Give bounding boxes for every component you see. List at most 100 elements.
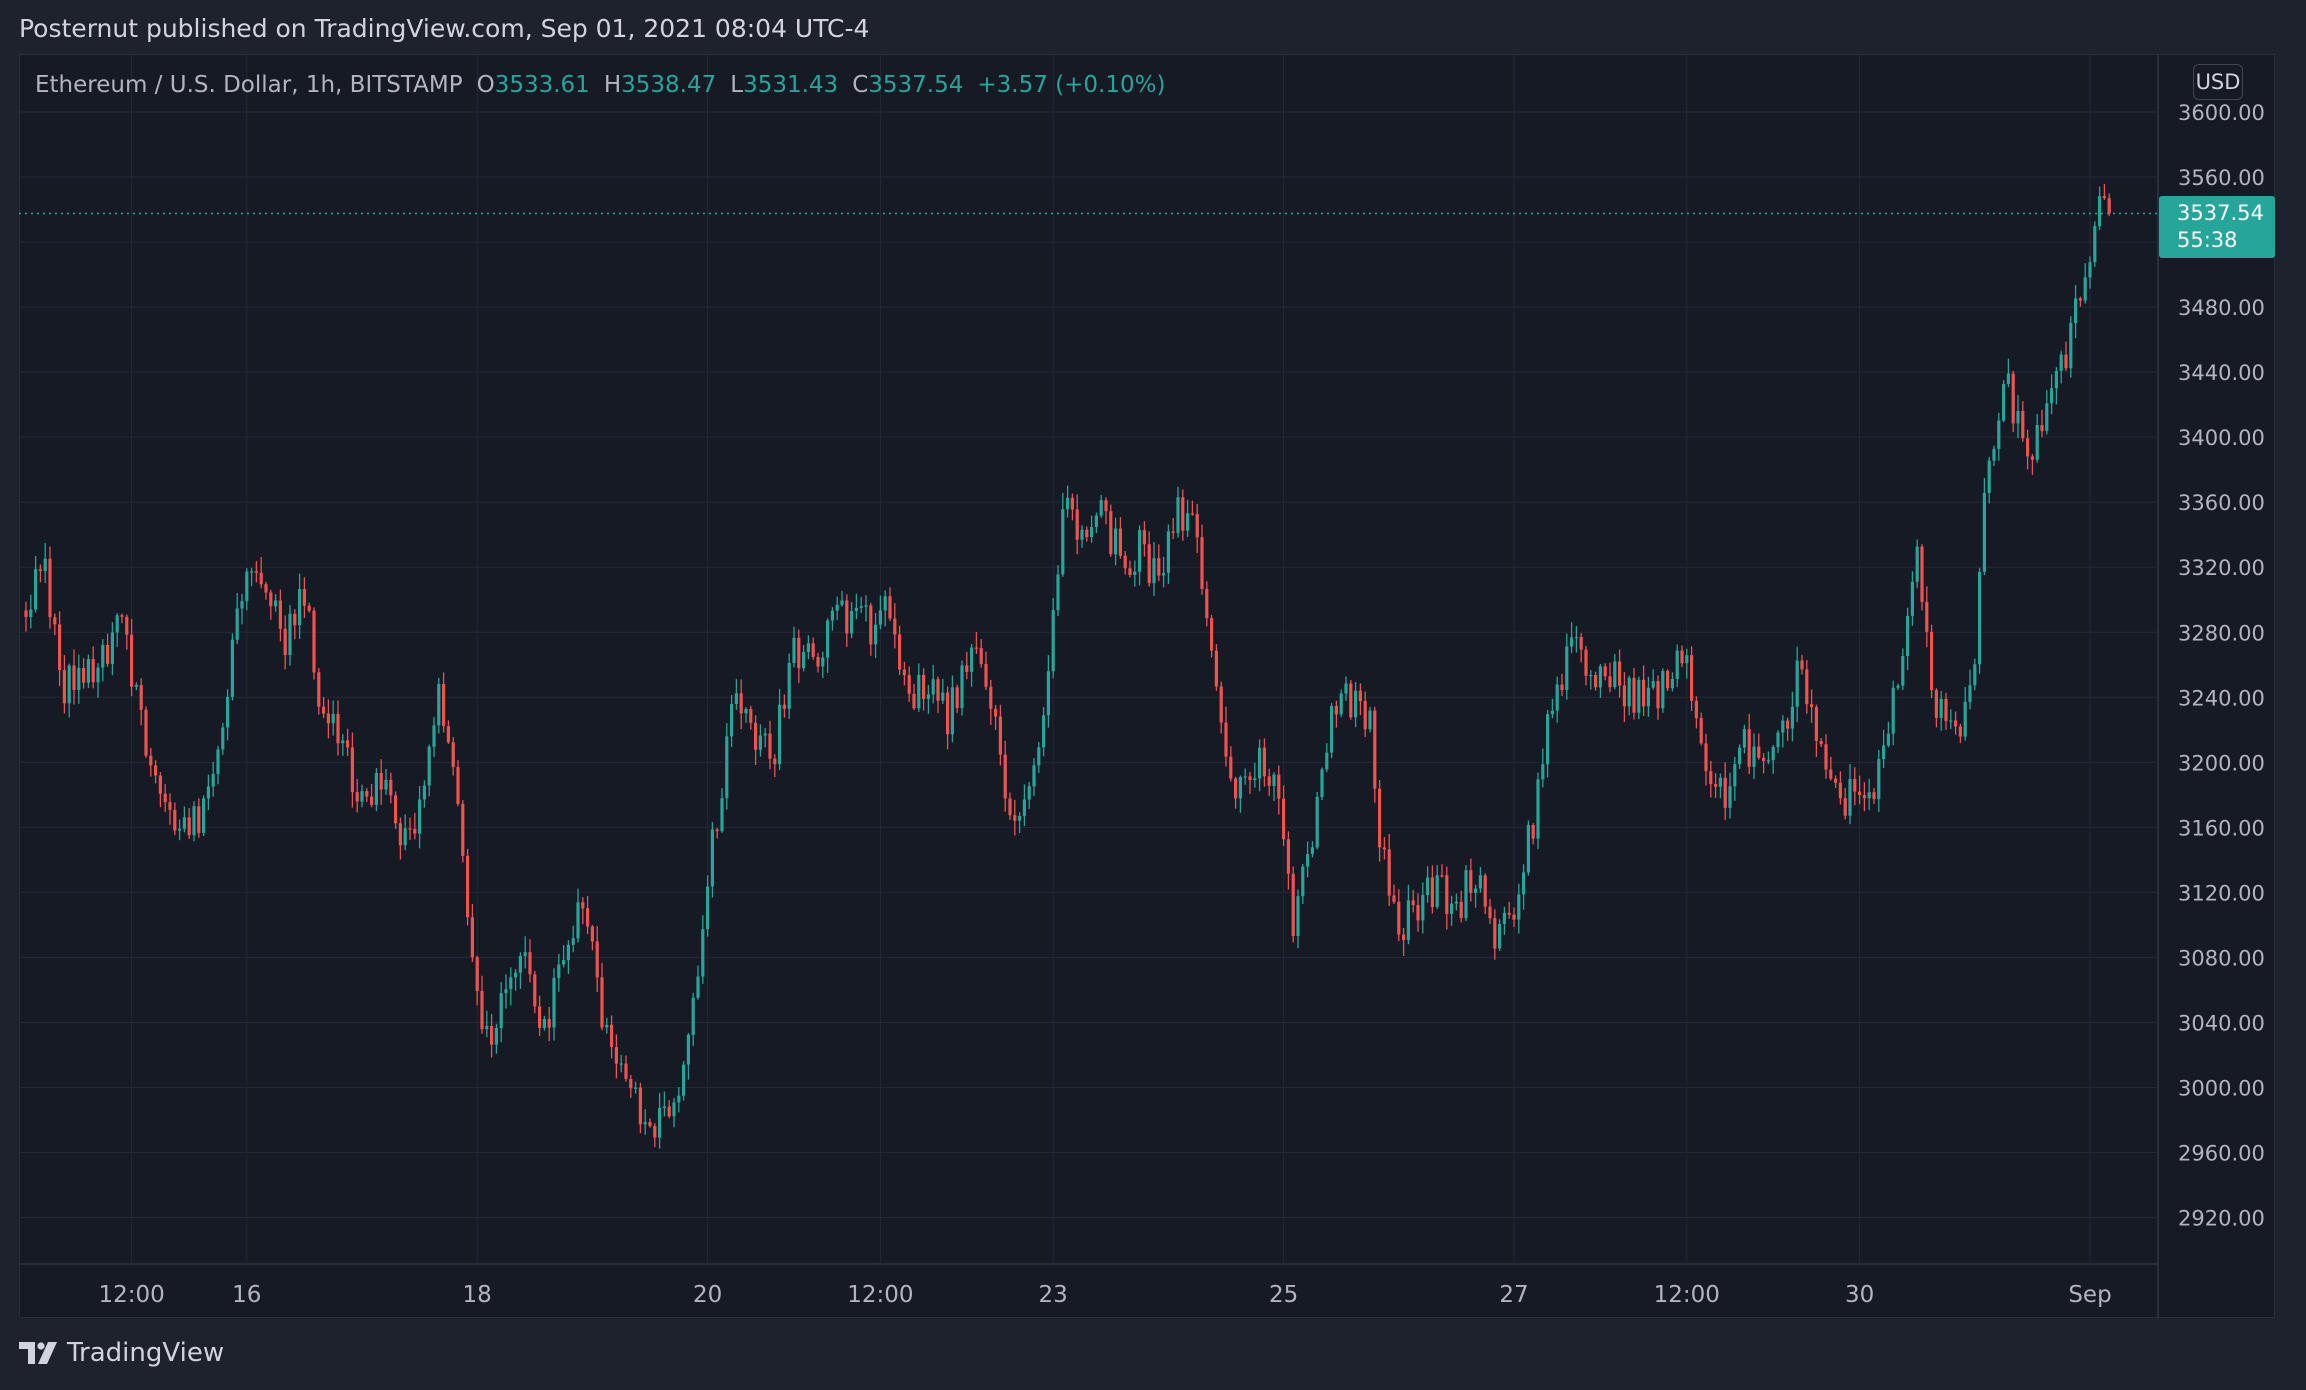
time-tick-label: 12:00 bbox=[847, 1282, 913, 1308]
candle-body bbox=[341, 740, 344, 743]
candle-body bbox=[538, 1006, 541, 1028]
candle-body bbox=[1935, 690, 1938, 718]
candle-body bbox=[63, 670, 66, 703]
candle-body bbox=[903, 670, 906, 676]
candle-body bbox=[610, 1025, 613, 1047]
candle-body bbox=[1748, 729, 1751, 767]
candle-body bbox=[24, 610, 27, 617]
candle-body bbox=[1700, 718, 1703, 743]
candle-body bbox=[773, 759, 776, 764]
candle-body bbox=[754, 723, 757, 750]
candle-body bbox=[197, 806, 200, 833]
candle-body bbox=[178, 829, 181, 831]
candle-body bbox=[149, 756, 152, 766]
candle-body bbox=[154, 765, 157, 775]
candle-body bbox=[2064, 355, 2067, 369]
candle-body bbox=[336, 714, 339, 743]
candle-body bbox=[2093, 226, 2096, 262]
candle-body bbox=[1109, 511, 1112, 554]
candle-body bbox=[1695, 701, 1698, 718]
candle-body bbox=[96, 668, 99, 683]
candle-body bbox=[221, 727, 224, 749]
high-label: H bbox=[604, 72, 621, 98]
candle-body bbox=[576, 902, 579, 938]
candle-body bbox=[317, 672, 320, 706]
symbol-description[interactable]: Ethereum / U.S. Dollar, 1h, BITSTAMP bbox=[35, 72, 463, 98]
time-tick-label: 25 bbox=[1269, 1282, 1298, 1308]
candle-body bbox=[1412, 900, 1415, 905]
candle-body bbox=[504, 989, 507, 993]
candle-body bbox=[125, 617, 128, 635]
candle-body bbox=[1527, 825, 1530, 872]
candle-body bbox=[1680, 651, 1683, 664]
candle-body bbox=[44, 559, 47, 571]
candle-body bbox=[1474, 889, 1477, 893]
candle-body bbox=[1791, 707, 1794, 729]
candle-body bbox=[1364, 701, 1367, 729]
candle-body bbox=[960, 665, 963, 708]
candle-body bbox=[399, 823, 402, 845]
candle-body bbox=[1949, 720, 1952, 721]
candle-body bbox=[764, 734, 767, 736]
candle-body bbox=[1493, 918, 1496, 948]
candle-body bbox=[1848, 779, 1851, 816]
candle-body bbox=[1128, 568, 1131, 575]
candle-body bbox=[615, 1047, 618, 1064]
candle-body bbox=[1752, 747, 1755, 767]
candle-body bbox=[1978, 572, 1981, 664]
candle-body bbox=[2026, 438, 2029, 456]
candle-body bbox=[1599, 666, 1602, 687]
candle-body bbox=[404, 828, 407, 845]
last-price-value: 3537.54 bbox=[2177, 200, 2275, 227]
candle-body bbox=[39, 569, 42, 571]
candle-body bbox=[1632, 678, 1635, 713]
candle-body bbox=[716, 830, 719, 832]
candle-body bbox=[202, 798, 205, 833]
tradingview-logo[interactable]: TradingView bbox=[19, 1338, 224, 1368]
candle-body bbox=[1911, 582, 1914, 616]
candle-body bbox=[850, 611, 853, 633]
candle-body bbox=[1162, 573, 1165, 576]
candle-body bbox=[1397, 902, 1400, 935]
candle-body bbox=[1196, 514, 1199, 537]
time-tick-label: 18 bbox=[463, 1282, 492, 1308]
price-tick-label: 3360.00 bbox=[2178, 491, 2265, 515]
candle-body bbox=[2045, 403, 2048, 431]
candle-body bbox=[466, 856, 469, 917]
candle-body bbox=[1517, 894, 1520, 919]
candle-body bbox=[869, 605, 872, 644]
candle-body bbox=[216, 749, 219, 774]
candle-body bbox=[1906, 616, 1909, 656]
candle-body bbox=[1119, 529, 1122, 556]
candle-body bbox=[1004, 755, 1007, 799]
candle-body bbox=[2016, 411, 2019, 423]
candle-body bbox=[1359, 691, 1362, 701]
candle-body bbox=[1205, 589, 1208, 618]
candle-body bbox=[1157, 558, 1160, 575]
candle-body bbox=[500, 993, 503, 1028]
candle-body bbox=[245, 572, 248, 602]
candle-body bbox=[173, 810, 176, 831]
candle-body bbox=[327, 714, 330, 724]
candle-body bbox=[111, 633, 114, 664]
low-value: 3531.43 bbox=[743, 72, 838, 98]
candle-body bbox=[260, 573, 263, 584]
currency-button[interactable]: USD bbox=[2193, 64, 2243, 100]
candle-body bbox=[2021, 411, 2024, 438]
candle-body bbox=[1944, 699, 1947, 721]
candle-body bbox=[620, 1064, 623, 1065]
candle-body bbox=[183, 817, 186, 828]
candle-body bbox=[663, 1106, 666, 1108]
price-tick-label: 3320.00 bbox=[2178, 556, 2265, 580]
symbol-legend[interactable]: Ethereum / U.S. Dollar, 1h, BITSTAMPO353… bbox=[35, 72, 1165, 98]
candle-body bbox=[1071, 498, 1074, 510]
candle-body bbox=[365, 791, 368, 796]
candle-body bbox=[375, 773, 378, 805]
candle-body bbox=[1556, 684, 1559, 710]
candle-body bbox=[783, 705, 786, 709]
candle-body bbox=[591, 927, 594, 942]
candle-body bbox=[653, 1126, 656, 1137]
candle-body bbox=[581, 902, 584, 908]
candle-body bbox=[936, 679, 939, 700]
candle-body bbox=[1316, 797, 1319, 847]
